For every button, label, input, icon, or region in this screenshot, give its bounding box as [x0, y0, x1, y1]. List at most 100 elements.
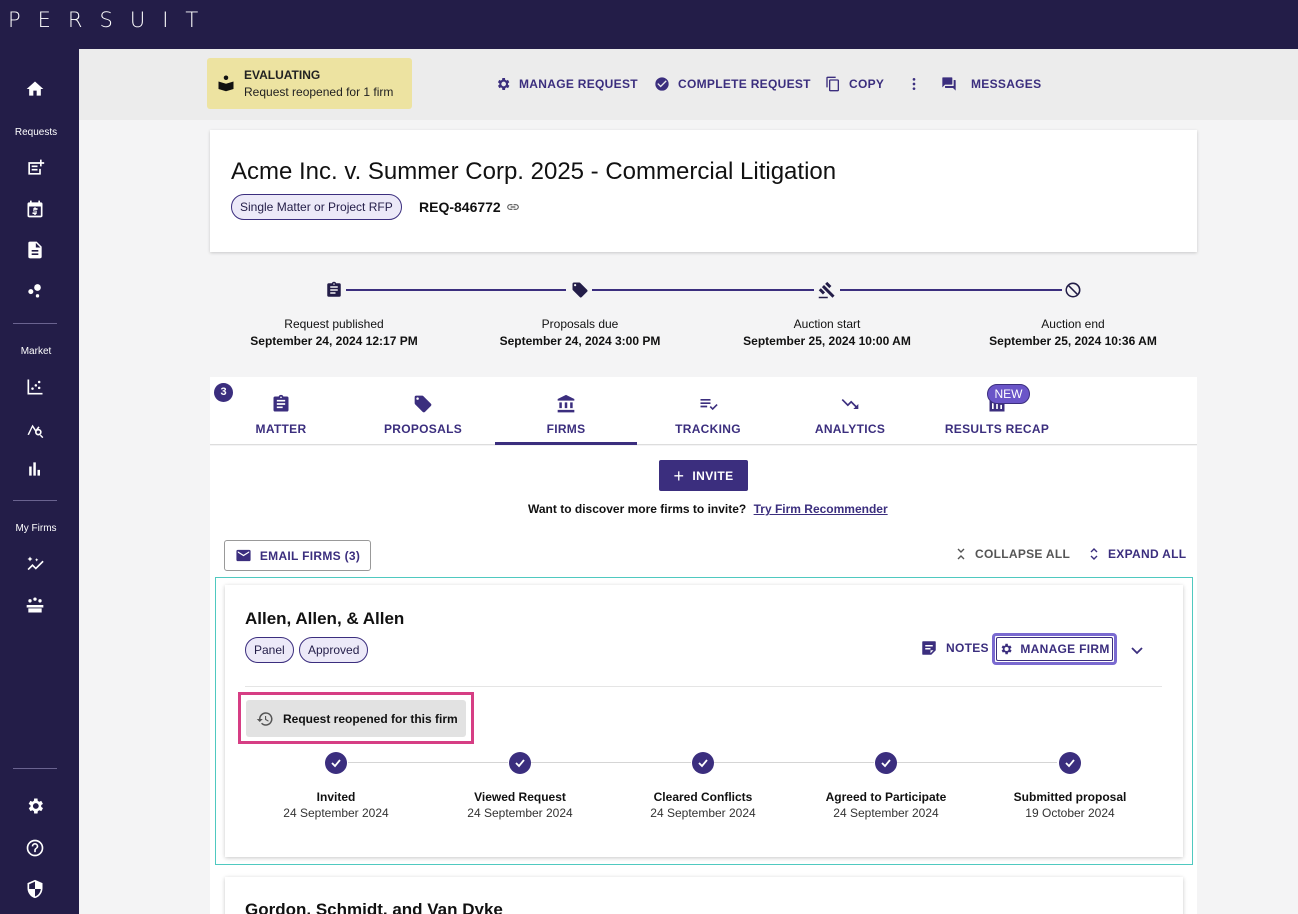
firm-card[interactable]: Allen, Allen, & Allen Panel Approved NOT…: [225, 585, 1183, 857]
reopened-label: Request reopened for this firm: [283, 711, 458, 726]
copy-label: COPY: [849, 77, 885, 91]
help-icon[interactable]: [24, 837, 46, 859]
tab-proposals[interactable]: PROPOSALS: [352, 377, 494, 445]
sparkle-trend-icon[interactable]: [24, 553, 46, 575]
manage-firm-button[interactable]: MANAGE FIRM: [992, 633, 1117, 665]
new-request-icon[interactable]: [24, 157, 46, 179]
firm-card[interactable]: Gordon, Schmidt, and Van Dyke: [225, 877, 1183, 914]
firm-name: Gordon, Schmidt, and Van Dyke: [245, 900, 503, 914]
notes-label: NOTES: [946, 641, 989, 655]
chat-icon: [942, 77, 956, 91]
tab-label: PROPOSALS: [383, 422, 463, 436]
sidebar-section-requests: Requests: [14, 127, 58, 138]
shield-icon[interactable]: [24, 878, 46, 900]
tab-tracking[interactable]: TRACKING: [637, 377, 779, 445]
firms-group-icon[interactable]: [24, 594, 46, 616]
step-connector: [714, 762, 874, 763]
clipboard-icon: [323, 279, 345, 301]
progress-step: Submitted proposal 19 October 2024: [985, 789, 1155, 821]
step-date: 24 September 2024: [833, 806, 939, 820]
email-firms-button[interactable]: EMAIL FIRMS (3): [224, 540, 371, 571]
invite-label: INVITE: [692, 468, 734, 483]
reopened-status-pill: Request reopened for this firm: [246, 700, 466, 737]
trending-down-icon: [841, 399, 859, 409]
sidebar-divider: [13, 500, 57, 501]
notes-icon: [922, 641, 936, 655]
progress-step: Agreed to Participate 24 September 2024: [801, 789, 971, 821]
calendar-dollar-icon[interactable]: [24, 198, 46, 220]
search-chart-icon[interactable]: [24, 417, 46, 439]
blocked-icon: [1062, 279, 1084, 301]
step-date: 19 October 2024: [1025, 806, 1115, 820]
timeline-step: Proposals due September 24, 2024 3:00 PM: [460, 316, 700, 350]
settings-icon[interactable]: [24, 795, 46, 817]
bank-icon: [557, 394, 575, 413]
request-id[interactable]: REQ-846772: [419, 199, 520, 215]
more-options-button[interactable]: [906, 73, 922, 95]
tag-icon: [569, 279, 591, 301]
firm-name: Allen, Allen, & Allen: [245, 609, 405, 628]
firm-recommender-link[interactable]: Try Firm Recommender: [754, 502, 888, 516]
request-status-box: EVALUATING Request reopened for 1 firm: [207, 58, 412, 109]
step-title: Viewed Request: [474, 790, 566, 804]
bar-chart-icon[interactable]: [24, 458, 46, 480]
step-date: 24 September 2024: [283, 806, 389, 820]
link-icon[interactable]: [506, 200, 520, 214]
gear-icon: [1001, 643, 1012, 655]
step-title: Invited: [316, 790, 356, 804]
request-type-chip: Single Matter or Project RFP: [231, 194, 402, 220]
step-connector: [348, 762, 508, 763]
timeline-label: Auction start: [793, 317, 861, 331]
step-title: Submitted proposal: [1013, 790, 1127, 804]
expand-all-label: EXPAND ALL: [1108, 547, 1187, 561]
invite-button[interactable]: + INVITE: [659, 460, 748, 491]
messages-button[interactable]: MESSAGES: [941, 73, 1041, 95]
manage-request-button[interactable]: MANAGE REQUEST: [495, 73, 638, 95]
gavel-icon: [816, 279, 838, 301]
history-icon: [256, 711, 273, 726]
tab-analytics[interactable]: ANALYTICS: [779, 377, 921, 445]
check-icon: [325, 752, 347, 774]
timeline-date: September 24, 2024 12:17 PM: [250, 334, 418, 348]
bubbles-icon[interactable]: [24, 279, 46, 301]
check-icon: [1059, 752, 1081, 774]
document-icon[interactable]: [24, 239, 46, 261]
timeline-connector: [346, 289, 566, 291]
step-title: Agreed to Participate: [825, 790, 947, 804]
collapse-all-label: COLLAPSE ALL: [975, 547, 1071, 561]
notes-button[interactable]: NOTES: [920, 639, 989, 657]
step-date: 24 September 2024: [467, 806, 573, 820]
scatter-chart-icon[interactable]: [24, 376, 46, 398]
home-icon[interactable]: [24, 78, 46, 100]
sidebar: Requests Market My Firms: [0, 49, 79, 914]
reading-person-icon: [218, 75, 234, 92]
proposals-count-badge: 3: [214, 383, 233, 402]
complete-request-button[interactable]: COMPLETE REQUEST: [654, 73, 811, 95]
progress-step: Invited 24 September 2024: [251, 789, 421, 821]
collapse-all-button[interactable]: COLLAPSE ALL: [955, 547, 1070, 561]
list-check-icon: [700, 399, 718, 411]
tab-label: RESULTS RECAP: [944, 422, 1050, 436]
timeline-label: Auction end: [1041, 317, 1105, 331]
expand-all-button[interactable]: EXPAND ALL: [1088, 547, 1186, 561]
tab-firms[interactable]: FIRMS: [495, 377, 637, 445]
mail-icon: [236, 549, 251, 562]
timeline-date: September 25, 2024 10:00 AM: [743, 334, 911, 348]
persuit-logo[interactable]: PERSUIT: [8, 8, 215, 32]
copy-icon: [826, 76, 839, 92]
chevron-down-icon[interactable]: [1129, 642, 1145, 658]
email-firms-label: EMAIL FIRMS (3): [259, 548, 361, 563]
tab-label: ANALYTICS: [814, 422, 886, 436]
check-icon: [875, 752, 897, 774]
firm-chip-approved: Approved: [299, 637, 369, 663]
new-badge: NEW: [987, 384, 1030, 404]
sidebar-divider: [13, 768, 57, 769]
sidebar-section-market: Market: [20, 346, 52, 357]
step-connector: [897, 762, 1057, 763]
copy-button[interactable]: COPY: [825, 73, 884, 95]
timeline-connector: [840, 289, 1062, 291]
step-title: Cleared Conflicts: [653, 790, 753, 804]
complete-request-label: COMPLETE REQUEST: [678, 77, 811, 91]
timeline-date: September 24, 2024 3:00 PM: [499, 334, 661, 348]
request-title: Acme Inc. v. Summer Corp. 2025 - Commerc…: [231, 158, 837, 185]
